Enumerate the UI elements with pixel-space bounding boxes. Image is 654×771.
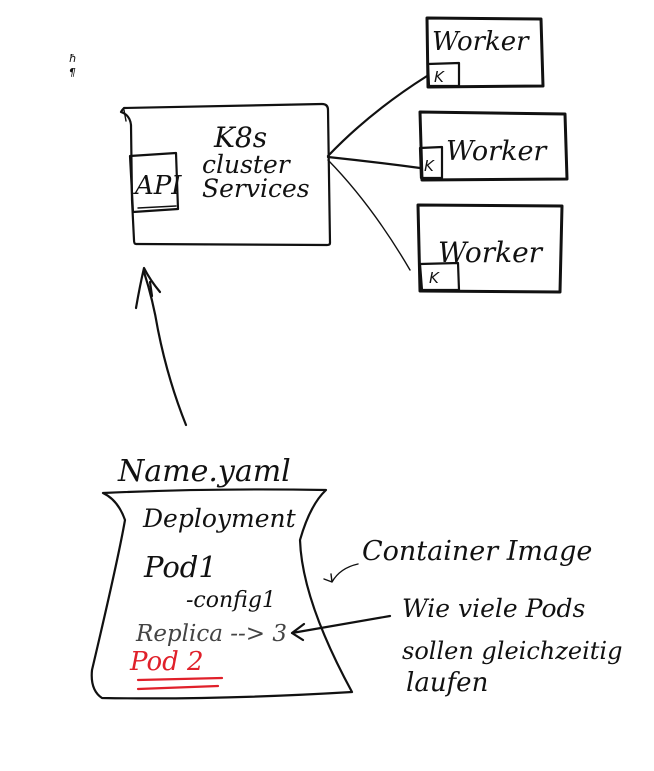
cluster-services-box: API K8s cluster Services [119, 102, 332, 247]
worker-node-3: K Worker [416, 203, 564, 294]
yaml-line-replica: Replica --> 3 [135, 621, 287, 647]
connector-worker-1 [326, 74, 429, 158]
cluster-worker-connectors [326, 74, 429, 271]
whiteboard-canvas: ħ ¶ API K8s cluster Services K Worker K … [69, 16, 622, 700]
yaml-line-config: -config1 [186, 588, 276, 613]
container-image-text: Container Image [362, 536, 592, 567]
worker-2-badge: K [424, 157, 435, 175]
yaml-document: Name.yaml Deployment Pod1 -config1 Repli… [90, 454, 354, 700]
worker-3-badge: K [429, 269, 440, 287]
pod2-underline-1 [136, 676, 224, 682]
container-image-pointer [323, 563, 359, 583]
worker-2-label: Worker [446, 136, 548, 167]
worker-1-label: Worker [432, 27, 530, 57]
yaml-filename: Name.yaml [117, 454, 291, 489]
margin-mark-1: ħ [69, 52, 77, 65]
deploy-arrow [134, 266, 188, 427]
pods-text-line1: Wie viele Pods [402, 594, 585, 623]
worker-3-label: Worker [438, 236, 544, 269]
pod2-underline-2 [136, 684, 220, 691]
margin-mark-2: ¶ [69, 66, 76, 79]
annotation-replica-explanation: Wie viele Pods sollen gleichzeitig laufe… [290, 594, 622, 698]
worker-node-2: K Worker [418, 110, 569, 182]
annotation-container-image: Container Image [323, 536, 592, 583]
yaml-line-pod1: Pod1 [143, 550, 217, 584]
worker-1-badge: K [434, 68, 445, 86]
deploy-arrow-shaft [142, 270, 188, 427]
api-box: API [128, 151, 182, 214]
worker-node-1: K Worker [425, 16, 545, 89]
cluster-title-services: Services [202, 174, 310, 203]
yaml-line-deployment: Deployment [142, 504, 297, 533]
replica-pointer-arrow [290, 614, 392, 642]
api-label: API [133, 171, 182, 201]
connector-worker-3 [327, 159, 411, 271]
pods-text-line3: laufen [406, 668, 488, 698]
connector-worker-2 [326, 155, 422, 170]
pods-text-line2: sollen gleichzeitig [402, 637, 622, 665]
yaml-line-pod2: Pod 2 [129, 647, 204, 677]
